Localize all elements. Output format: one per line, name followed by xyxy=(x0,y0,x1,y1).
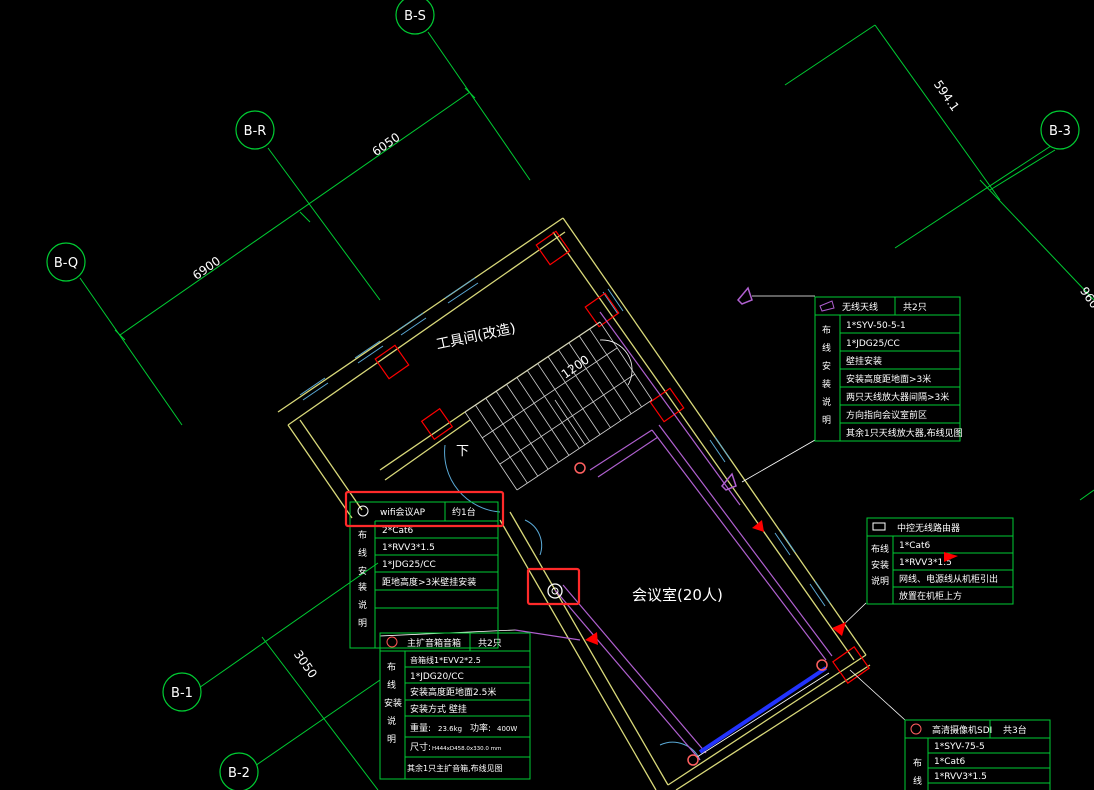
speaker-row-1: 音箱线1*EVV2*2.5 xyxy=(410,655,481,665)
room-label-meeting-room: 会议室(20人) xyxy=(632,586,723,604)
camera-row-2: 1*Cat6 xyxy=(934,757,966,767)
speaker-size-value: H444xD458.0x330.0 mm xyxy=(432,746,501,752)
camera-row-3: 1*RVV3*1.5 xyxy=(934,772,987,782)
speaker-side-3: 安装 xyxy=(384,697,402,709)
antenna-row-6: 方向指向会议室前区 xyxy=(846,409,927,421)
antenna-row-4: 安装高度距地面>3米 xyxy=(846,373,931,385)
speaker-size-label: 尺寸: xyxy=(410,741,431,753)
wifi-side-2: 线 xyxy=(358,547,367,559)
wifi-side-4: 装 xyxy=(358,581,367,593)
antenna-table-count: 共2只 xyxy=(903,302,927,313)
axis-label-b-1: B-1 xyxy=(171,686,193,701)
antenna-row-5: 两只天线放大器间隔>3米 xyxy=(846,391,949,403)
antenna-side-6: 明 xyxy=(822,415,831,426)
router-table-title: 中控无线路由器 xyxy=(897,522,960,534)
wifi-side-1: 布 xyxy=(358,529,367,541)
speaker-power-label: 功率: xyxy=(470,722,491,734)
router-side-1: 布线 xyxy=(871,543,889,555)
wifi-side-3: 安 xyxy=(358,565,367,577)
antenna-side-1: 布 xyxy=(822,324,831,336)
antenna-side-3: 安 xyxy=(822,360,831,372)
speaker-weight-value: 23.6kg xyxy=(438,725,462,733)
speaker-side-2: 线 xyxy=(387,679,396,691)
cad-drawing-canvas: B-S B-R B-Q B-3 B-1 B-2 6050 6900 594.1 … xyxy=(0,0,1094,790)
wifi-table-count: 约1台 xyxy=(452,506,476,518)
speaker-last-row: 其余1只主扩音箱,布线见图 xyxy=(407,763,503,773)
antenna-side-4: 装 xyxy=(822,378,831,390)
axis-label-b-s: B-S xyxy=(404,9,426,24)
speaker-side-1: 布 xyxy=(387,661,396,673)
antenna-row-1: 1*SYV-50-5-1 xyxy=(846,321,906,331)
router-row-2: 1*RVV3*1.5 xyxy=(899,558,952,568)
camera-side-1: 布 xyxy=(913,757,922,769)
router-side-2: 安装 xyxy=(871,559,889,571)
antenna-side-5: 说 xyxy=(822,396,831,408)
antenna-side-2: 线 xyxy=(822,342,831,354)
speaker-table-title: 主扩音箱音箱 xyxy=(407,637,461,649)
speaker-table-count: 共2只 xyxy=(478,638,502,649)
router-row-3: 网线、电源线从机柜引出 xyxy=(899,573,998,585)
wifi-table-title: wifi会议AP xyxy=(380,506,426,518)
speaker-side-4: 说 xyxy=(387,715,396,727)
axis-label-b-r: B-R xyxy=(244,124,267,139)
stair-down-mark: 下 xyxy=(456,444,469,459)
router-row-1: 1*Cat6 xyxy=(899,541,931,551)
router-row-4: 放置在机柜上方 xyxy=(899,590,962,602)
wifi-side-6: 明 xyxy=(358,618,367,629)
camera-side-2: 线 xyxy=(913,775,922,787)
speaker-power-value: 400W xyxy=(497,725,517,733)
camera-table-count: 共3台 xyxy=(1003,724,1027,736)
camera-row-1: 1*SYV-75-5 xyxy=(934,742,985,752)
speaker-row-2: 1*JDG20/CC xyxy=(410,672,464,682)
axis-label-b-2: B-2 xyxy=(228,766,250,781)
antenna-table-title: 无线天线 xyxy=(842,301,878,313)
antenna-row-7: 其余1只天线放大器,布线见图 xyxy=(846,427,963,439)
antenna-row-2: 1*JDG25/CC xyxy=(846,339,900,349)
wifi-row-1: 2*Cat6 xyxy=(382,526,414,536)
wifi-side-5: 说 xyxy=(358,599,367,611)
speaker-weight-label: 重量: xyxy=(410,722,431,734)
wifi-row-3: 1*JDG25/CC xyxy=(382,560,436,570)
axis-label-b-q: B-Q xyxy=(54,256,78,271)
wifi-row-4: 距地高度>3米壁挂安装 xyxy=(382,576,476,588)
antenna-row-3: 壁挂安装 xyxy=(846,355,882,367)
speaker-side-5: 明 xyxy=(387,734,396,745)
camera-table-title: 高清摄像机SDI xyxy=(932,724,992,736)
router-side-3: 说明 xyxy=(871,575,889,587)
speaker-row-4: 安装方式 壁挂 xyxy=(410,703,467,715)
speaker-row-3: 安装高度距地面2.5米 xyxy=(410,686,496,698)
wifi-row-2: 1*RVV3*1.5 xyxy=(382,543,435,553)
axis-label-b-3: B-3 xyxy=(1049,124,1071,139)
